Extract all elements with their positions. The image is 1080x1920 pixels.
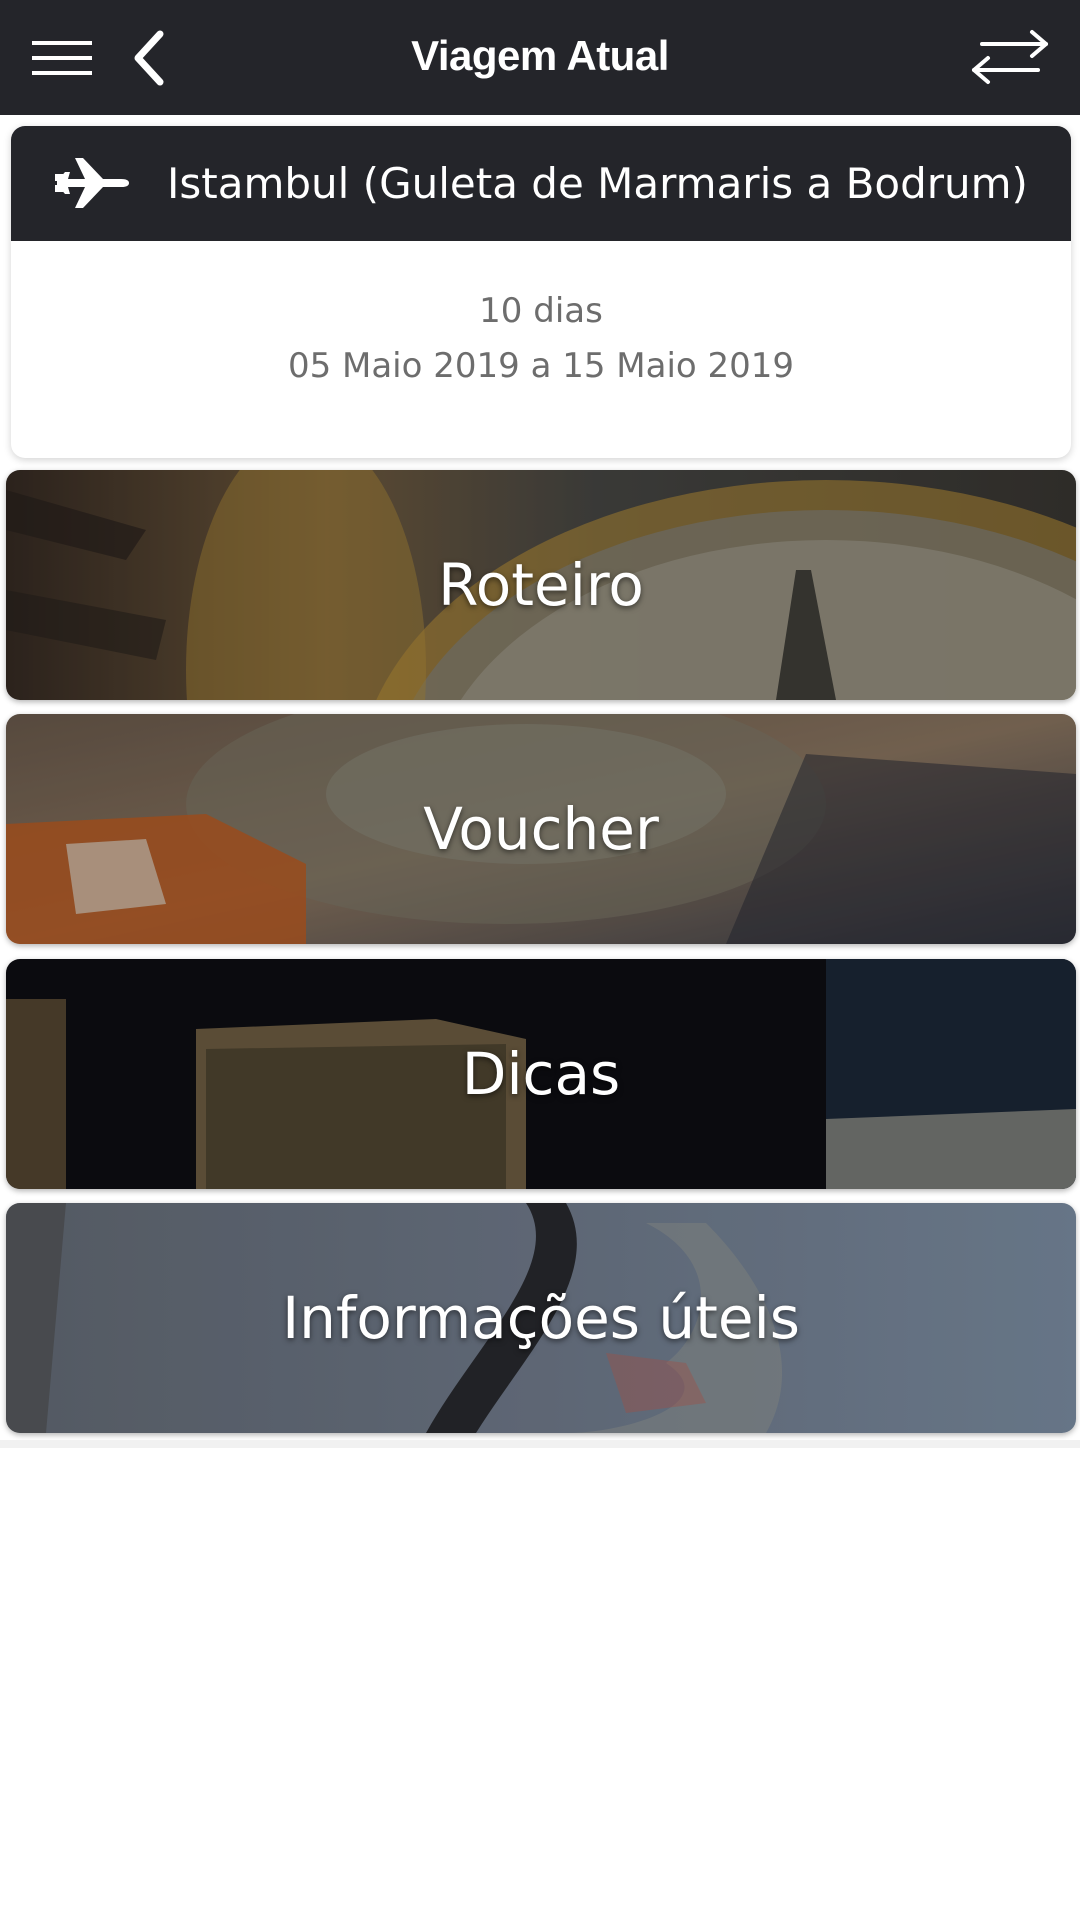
tile-label: Informações úteis (282, 1284, 800, 1352)
tile-roteiro[interactable]: Roteiro (6, 470, 1076, 700)
page-title: Viagem Atual (411, 32, 669, 79)
tile-label: Roteiro (438, 551, 644, 619)
trip-details: 10 dias 05 Maio 2019 a 15 Maio 2019 (11, 241, 1071, 458)
tile-label: Dicas (461, 1040, 621, 1108)
trip-name: Istambul (Guleta de Marmaris a Bodrum) .… (167, 159, 1041, 208)
tile-dicas[interactable]: Dicas (6, 959, 1076, 1189)
trip-dates: 05 Maio 2019 a 15 Maio 2019 (287, 346, 795, 386)
current-trip-card: Istambul (Guleta de Marmaris a Bodrum) .… (11, 126, 1071, 458)
tile-voucher[interactable]: Voucher (6, 714, 1076, 944)
trip-duration: 10 dias (479, 291, 603, 331)
list-bottom-divider (0, 1440, 1080, 1448)
trip-header[interactable]: Istambul (Guleta de Marmaris a Bodrum) .… (11, 126, 1071, 241)
top-app-bar: Viagem Atual (0, 0, 1080, 115)
swap-arrows-icon[interactable] (968, 28, 1052, 86)
airplane-icon (55, 152, 131, 214)
tile-label: Voucher (423, 795, 659, 863)
tile-informacoes-uteis[interactable]: Informações úteis (6, 1203, 1076, 1433)
